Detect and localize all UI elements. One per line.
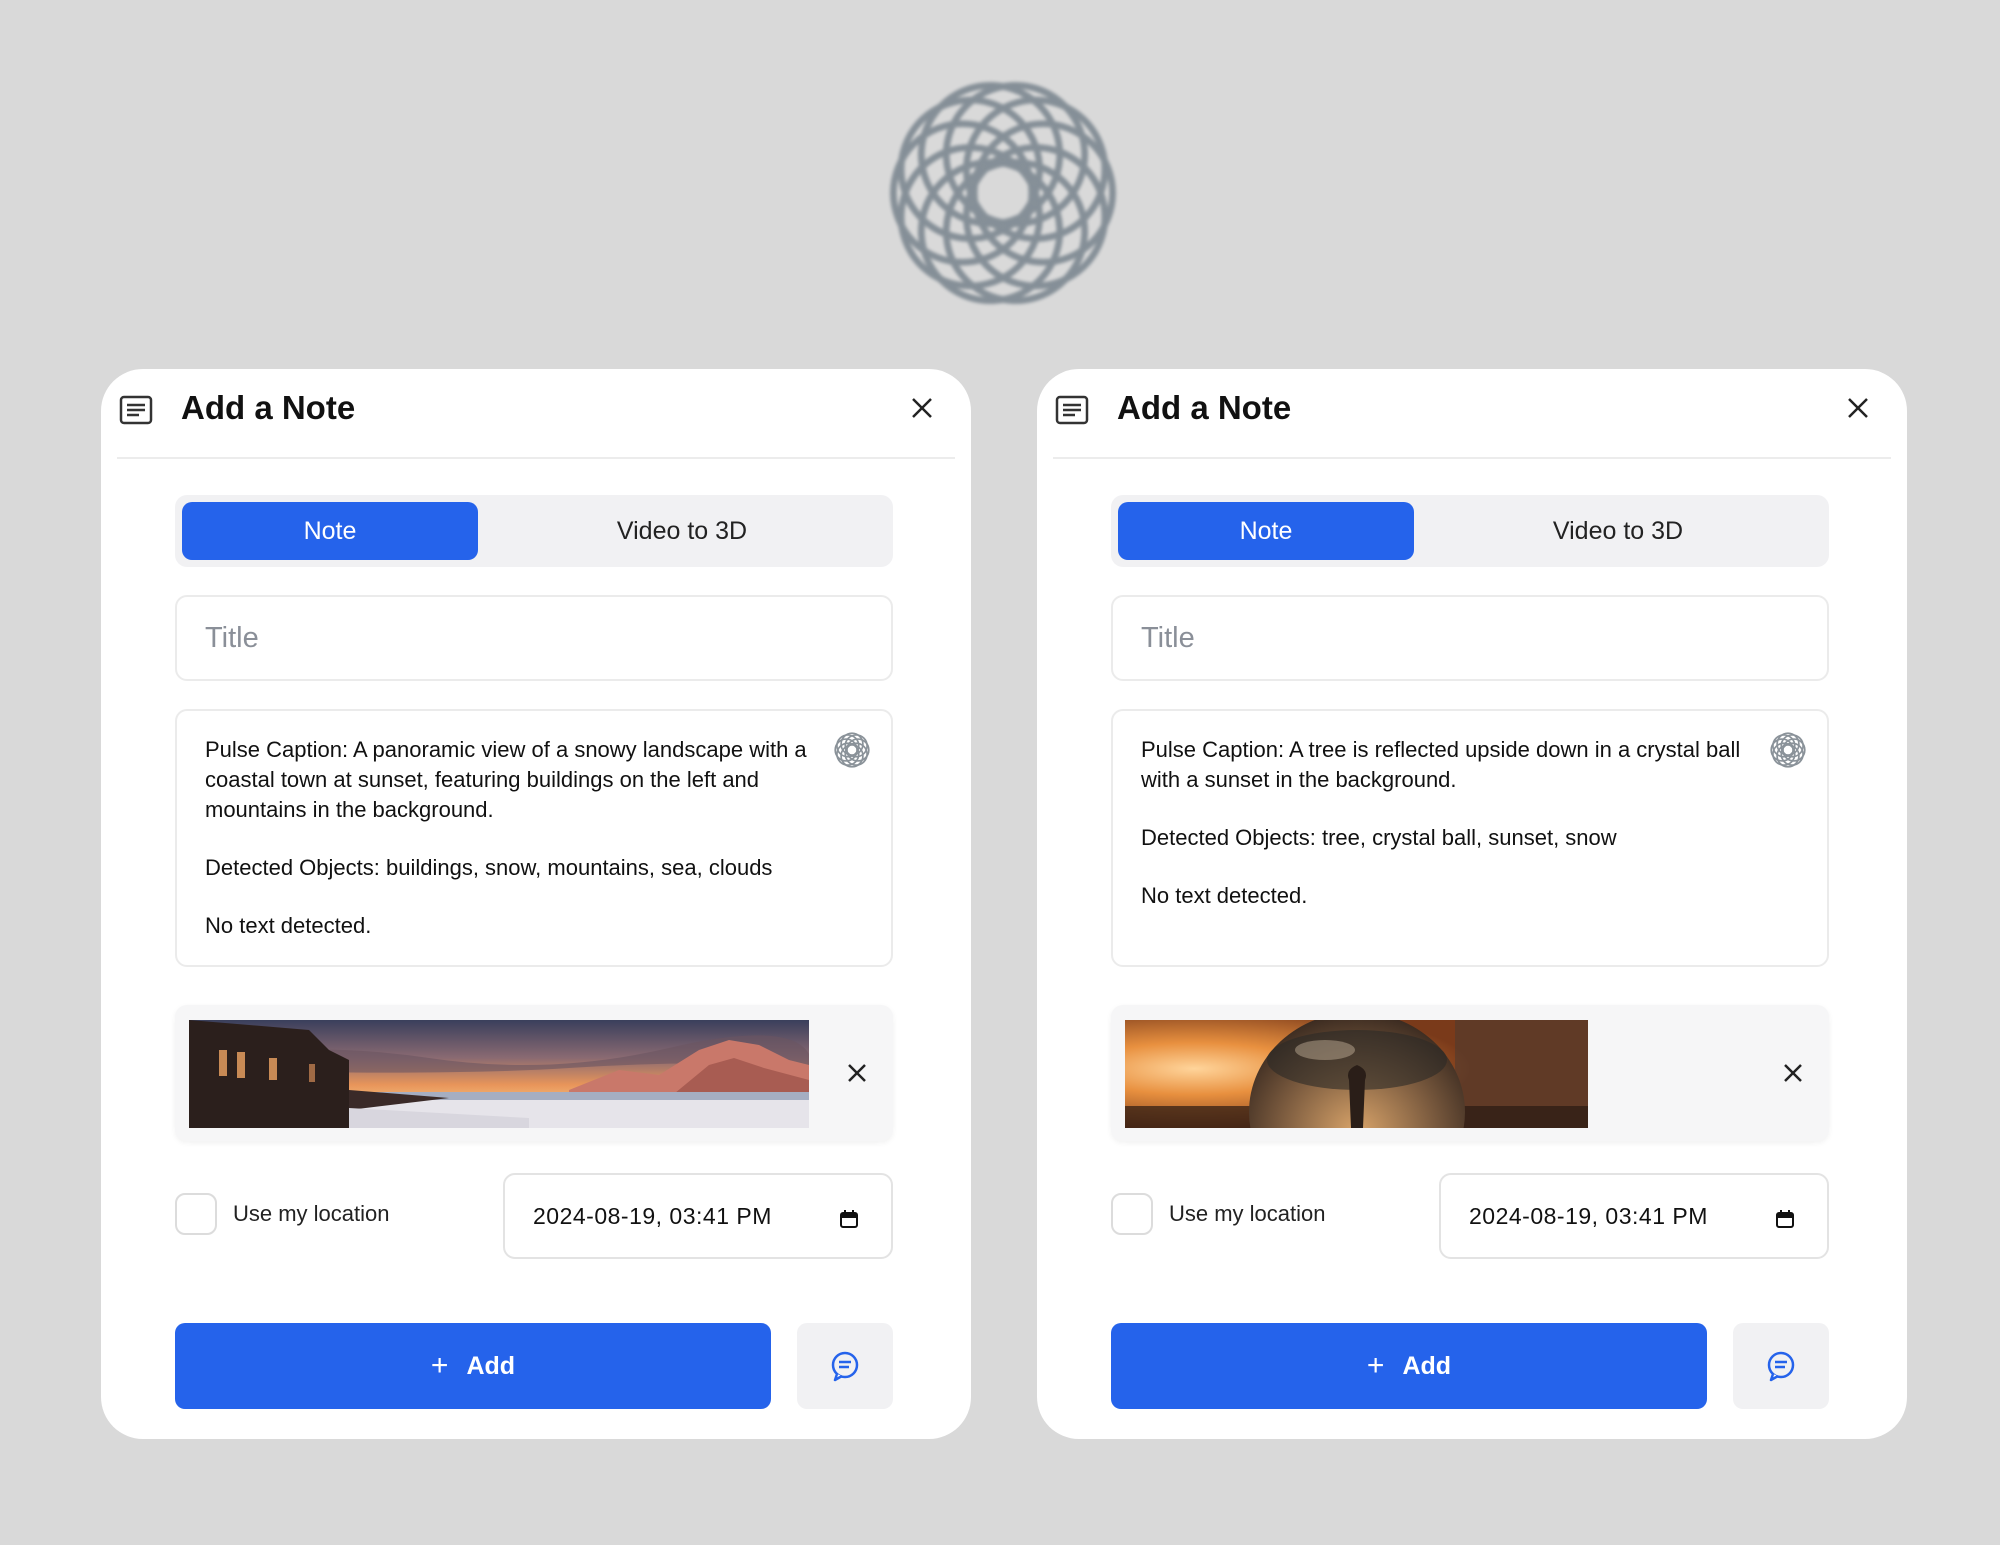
dialog-title: Add a Note (1117, 389, 1292, 426)
note-icon (119, 395, 153, 425)
text-detected-status: No text detected. (205, 913, 372, 938)
chat-bubble-icon (831, 1351, 859, 1382)
datetime-field[interactable]: 2024-08-19, 03:41 PM (503, 1173, 893, 1259)
dialog-header: Add a Note (1037, 369, 1907, 461)
close-icon[interactable] (1845, 395, 1871, 421)
chat-button[interactable] (1733, 1323, 1829, 1409)
datetime-value: 2024-08-19, 03:41 PM (1469, 1203, 1708, 1229)
chat-button[interactable] (797, 1323, 893, 1409)
calendar-icon[interactable] (839, 1209, 859, 1229)
attachment-thumbnail-snowy-panorama[interactable] (189, 1020, 809, 1128)
tab-video-to-3d[interactable]: Video to 3D (478, 502, 886, 560)
title-input[interactable] (175, 595, 893, 681)
plus-icon: + (1366, 1349, 1385, 1382)
pulse-caption-text: Pulse Caption: A panoramic view of a sno… (205, 737, 807, 822)
mode-tabs: Note Video to 3D (175, 495, 893, 567)
add-note-dialog: Add a Note Note Video to 3D Pulse Captio… (1037, 369, 1907, 1439)
remove-attachment-close-icon[interactable] (845, 1061, 869, 1085)
note-icon (1055, 395, 1089, 425)
mode-tabs: Note Video to 3D (1111, 495, 1829, 567)
chat-bubble-icon (1767, 1351, 1795, 1382)
dialog-header: Add a Note (101, 369, 971, 461)
add-button[interactable]: + Add (1111, 1323, 1707, 1409)
dialog-title: Add a Note (181, 389, 356, 426)
pulse-ai-icon[interactable] (831, 729, 873, 771)
text-detected-status: No text detected. (1141, 883, 1308, 908)
pulse-caption-text: Pulse Caption: A tree is reflected upsid… (1141, 737, 1741, 792)
detected-objects-text: Detected Objects: tree, crystal ball, su… (1141, 825, 1617, 850)
image-attachment (1111, 1005, 1829, 1141)
pulse-ai-icon[interactable] (1767, 729, 1809, 771)
caption-textarea[interactable]: Pulse Caption: A tree is reflected upsid… (1111, 709, 1829, 967)
remove-attachment-close-icon[interactable] (1781, 1061, 1805, 1085)
attachment-thumbnail-crystal-ball[interactable] (1125, 1020, 1588, 1128)
header-divider (117, 457, 955, 459)
detected-objects-text: Detected Objects: buildings, snow, mount… (205, 855, 773, 880)
use-location-label: Use my location (233, 1201, 390, 1226)
swirl-flower-logo-icon (878, 68, 1128, 318)
use-location-label: Use my location (1169, 1201, 1326, 1226)
add-button[interactable]: + Add (175, 1323, 771, 1409)
datetime-field[interactable]: 2024-08-19, 03:41 PM (1439, 1173, 1829, 1259)
add-button-label: Add (1402, 1351, 1452, 1380)
datetime-value: 2024-08-19, 03:41 PM (533, 1203, 772, 1229)
caption-textarea[interactable]: Pulse Caption: A panoramic view of a sno… (175, 709, 893, 967)
tab-note[interactable]: Note (1118, 502, 1414, 560)
close-icon[interactable] (909, 395, 935, 421)
header-divider (1053, 457, 1891, 459)
use-location-checkbox[interactable] (175, 1193, 217, 1235)
image-attachment (175, 1005, 893, 1141)
title-input[interactable] (1111, 595, 1829, 681)
add-button-label: Add (466, 1351, 516, 1380)
calendar-icon[interactable] (1775, 1209, 1795, 1229)
use-location-checkbox[interactable] (1111, 1193, 1153, 1235)
tab-note[interactable]: Note (182, 502, 478, 560)
add-note-dialog: Add a Note Note Video to 3D Pulse Captio… (101, 369, 971, 1439)
tab-video-to-3d[interactable]: Video to 3D (1414, 502, 1822, 560)
plus-icon: + (430, 1349, 449, 1382)
